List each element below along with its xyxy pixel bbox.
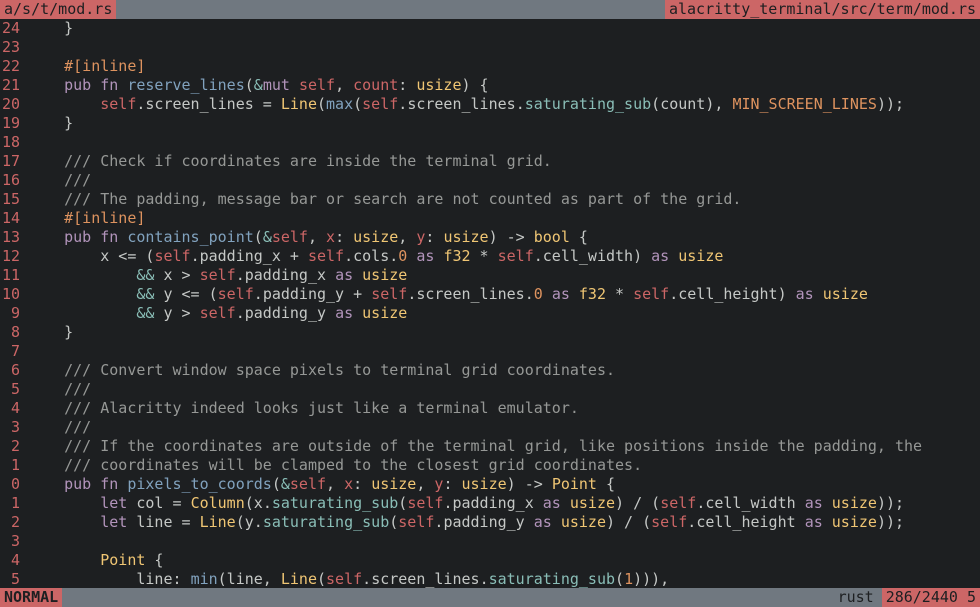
line-number: 4	[0, 551, 28, 570]
line-number: 15	[0, 190, 28, 209]
line-number: 17	[0, 152, 28, 171]
line-number: 12	[0, 247, 28, 266]
line-number: 1	[0, 494, 28, 513]
line-number: 3	[0, 418, 28, 437]
code-editor[interactable]: 24 } 23 22 #[inline] 21 pub fn reserve_l…	[0, 19, 980, 589]
line-number: 4	[0, 399, 28, 418]
line-number: 18	[0, 133, 28, 152]
buffer-path: alacritty_terminal/src/term/mod.rs	[665, 0, 980, 19]
line-number: 22	[0, 57, 28, 76]
line-number: 2	[0, 513, 28, 532]
position-indicator: 286/2440 5	[882, 588, 980, 607]
line-number: 8	[0, 323, 28, 342]
line-number: 13	[0, 228, 28, 247]
line-number: 24	[0, 19, 28, 38]
line-number: 23	[0, 38, 28, 57]
filetype-indicator: rust	[830, 588, 882, 607]
line-number: 9	[0, 304, 28, 323]
line-number: 0	[0, 475, 28, 494]
line-number: 19	[0, 114, 28, 133]
buffer-tab[interactable]: a/s/t/mod.rs	[0, 0, 116, 19]
line-number: 16	[0, 171, 28, 190]
line-number: 5	[0, 570, 28, 589]
line-number: 21	[0, 76, 28, 95]
line-number: 3	[0, 532, 28, 551]
line-number: 20	[0, 95, 28, 114]
line-number: 2	[0, 437, 28, 456]
statusline: NORMAL rust 286/2440 5	[0, 588, 980, 607]
line-number: 6	[0, 361, 28, 380]
bufferline: a/s/t/mod.rs alacritty_terminal/src/term…	[0, 0, 980, 19]
line-number: 10	[0, 285, 28, 304]
line-number: 1	[0, 456, 28, 475]
line-number: 11	[0, 266, 28, 285]
line-number: 5	[0, 380, 28, 399]
line-number: 14	[0, 209, 28, 228]
mode-indicator: NORMAL	[0, 588, 62, 607]
line-number: 7	[0, 342, 28, 361]
